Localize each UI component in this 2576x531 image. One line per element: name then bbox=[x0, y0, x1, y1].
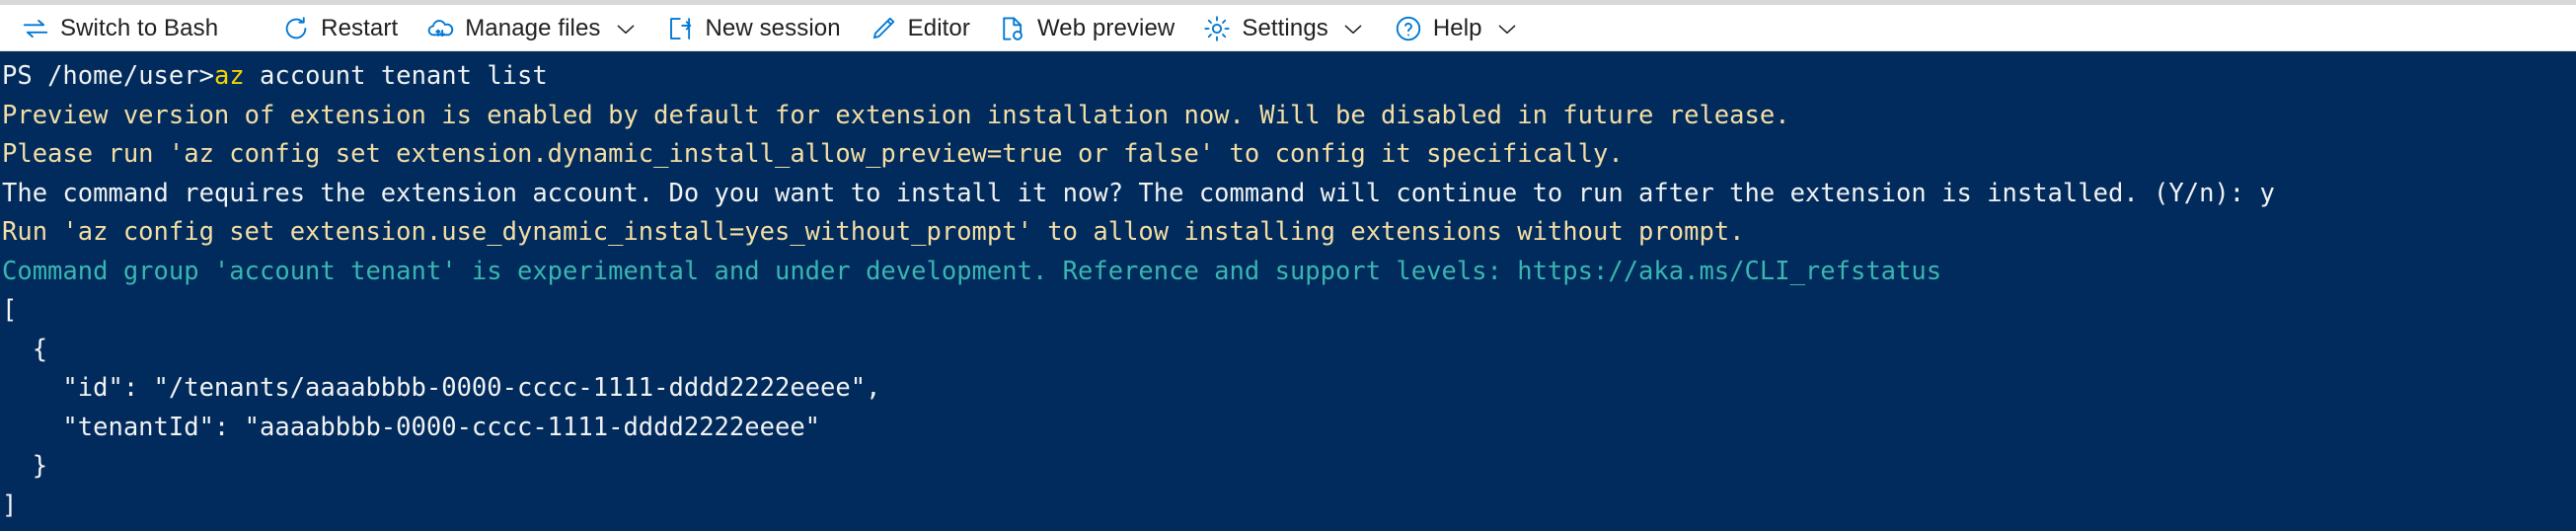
toolbar-label-settings: Settings bbox=[1242, 14, 1328, 41]
web-preview-icon bbox=[998, 14, 1027, 43]
toolbar-label-web-preview: Web preview bbox=[1036, 14, 1175, 41]
terminal-line-json-open-brace: { bbox=[2, 334, 48, 364]
cloud-shell-toolbar: Switch to Bash Restart Manage files New … bbox=[0, 0, 2576, 51]
switch-arrows-icon bbox=[21, 14, 50, 43]
terminal-prompt-line: PS /home/user>az account tenant list bbox=[2, 57, 2576, 97]
toolbar-button-help[interactable]: Help bbox=[1383, 7, 1531, 50]
help-circle-icon bbox=[1394, 14, 1423, 43]
toolbar-button-settings[interactable]: Settings bbox=[1191, 7, 1377, 50]
prompt-command-head: az bbox=[213, 61, 245, 91]
restart-icon bbox=[281, 14, 311, 43]
terminal-line-json-close-brace: } bbox=[2, 451, 48, 481]
terminal-line-note-experimental: Command group 'account tenant' is experi… bbox=[2, 256, 1942, 286]
prompt-path: /home/user> bbox=[47, 61, 214, 91]
toolbar-label-manage-files: Manage files bbox=[465, 14, 601, 41]
terminal-line-list: Preview version of extension is enabled … bbox=[2, 97, 2576, 526]
chevron-down-icon-help[interactable] bbox=[1494, 16, 1520, 41]
terminal-line-warn-preview-version: Preview version of extension is enabled … bbox=[2, 100, 1790, 130]
toolbar-label-new-session: New session bbox=[705, 14, 841, 41]
terminal-output-pane[interactable]: PS /home/user>az account tenant list Pre… bbox=[0, 51, 2576, 531]
toolbar-button-switch-to-bash[interactable]: Switch to Bash bbox=[10, 7, 229, 50]
toolbar-button-new-session[interactable]: New session bbox=[655, 7, 852, 50]
gear-icon bbox=[1202, 14, 1232, 43]
toolbar-label-help: Help bbox=[1432, 14, 1482, 41]
terminal-line-json-close-bracket: ] bbox=[2, 490, 18, 520]
pencil-icon bbox=[869, 14, 898, 43]
toolbar-button-editor[interactable]: Editor bbox=[858, 7, 981, 50]
toolbar-button-restart[interactable]: Restart bbox=[270, 7, 409, 50]
toolbar-label-editor: Editor bbox=[907, 14, 970, 41]
terminal-line-json-open-bracket: [ bbox=[2, 295, 18, 325]
chevron-down-icon-settings[interactable] bbox=[1340, 16, 1366, 41]
toolbar-button-manage-files[interactable]: Manage files bbox=[415, 7, 648, 50]
prompt-shell: PS bbox=[2, 61, 33, 91]
terminal-line-warn-config-preview: Please run 'az config set extension.dyna… bbox=[2, 139, 1624, 169]
toolbar-label-switch-to-bash: Switch to Bash bbox=[60, 14, 219, 41]
cloud-upload-icon bbox=[425, 14, 455, 43]
terminal-line-warn-use-dynamic-install: Run 'az config set extension.use_dynamic… bbox=[2, 217, 1745, 247]
terminal-line-prompt-install-extension: The command requires the extension accou… bbox=[2, 178, 2275, 208]
chevron-down-icon-manage-files[interactable] bbox=[613, 16, 639, 41]
prompt-command-tail: account tenant list bbox=[244, 61, 548, 91]
new-session-icon bbox=[666, 14, 696, 43]
terminal-line-json-tenant-id: "tenantId": "aaaabbbb-0000-cccc-1111-ddd… bbox=[2, 412, 821, 442]
toolbar-button-web-preview[interactable]: Web preview bbox=[987, 7, 1185, 50]
terminal-line-json-id: "id": "/tenants/aaaabbbb-0000-cccc-1111-… bbox=[2, 373, 881, 403]
toolbar-label-restart: Restart bbox=[321, 14, 399, 41]
